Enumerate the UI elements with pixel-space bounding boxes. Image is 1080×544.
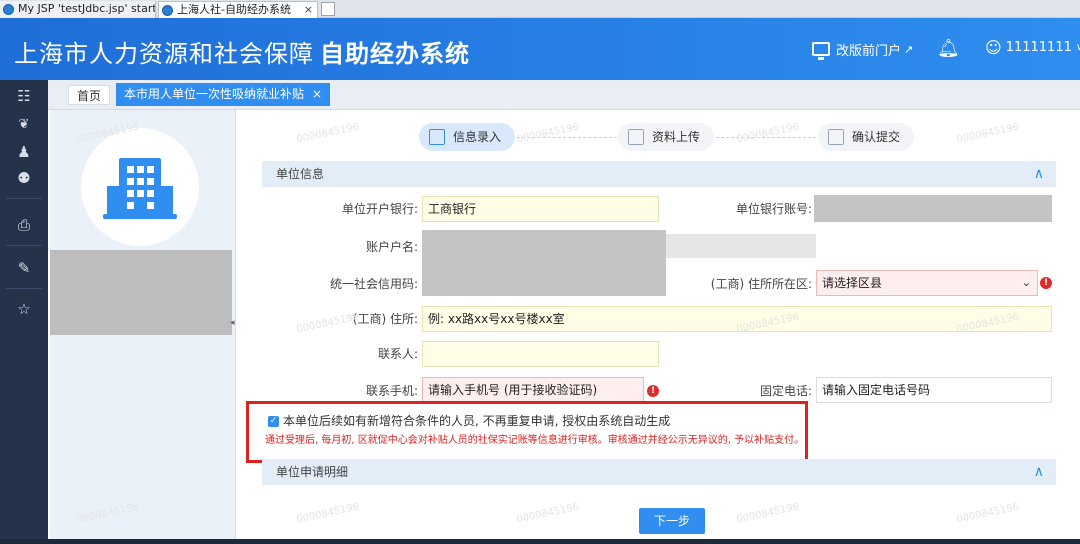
- chevron-down-icon: ∨: [1075, 42, 1080, 53]
- step-indicator: 信息录入 资料上传 确认提交: [238, 120, 1080, 154]
- section-title: 单位申请明细: [276, 465, 349, 479]
- user-icon: ☺: [985, 38, 1002, 57]
- redacted-account: [814, 195, 1052, 222]
- browser-tab-testjdbc[interactable]: My JSP 'testJdbc.jsp' startin...: [0, 1, 156, 18]
- building-icon-wing: [161, 186, 173, 216]
- district-label: (工商) 住所所在区:: [710, 277, 812, 291]
- tab-home[interactable]: 首页: [68, 85, 111, 105]
- browser-tab-label: 上海人社-自助经办系统: [177, 3, 291, 16]
- step-label: 资料上传: [652, 130, 701, 144]
- sidebar-divider: [6, 198, 42, 199]
- account-label: 单位银行账号:: [735, 202, 812, 216]
- chevron-down-icon: ⌄: [1021, 276, 1031, 289]
- bank-label: 单位开户银行:: [341, 202, 418, 216]
- building-icon-base: [103, 214, 177, 219]
- phone-input[interactable]: 请输入固定电话号码: [816, 377, 1052, 403]
- error-icon: !: [1040, 277, 1052, 289]
- app-header: 上海市人力资源和社会保障 自助经办系统 改版前门户 ↗ 🔔︎ ☺ 11111111…: [0, 18, 1080, 80]
- redacted-holder: [422, 230, 666, 296]
- redacted-holder-ext: [666, 234, 816, 258]
- redacted-org-info: [50, 250, 232, 335]
- os-taskbar: [0, 539, 1080, 544]
- confirm-doc-icon: [828, 129, 844, 145]
- close-icon[interactable]: ×: [312, 87, 322, 101]
- step-info-entry: 信息录入: [419, 123, 516, 151]
- sidebar-divider: [6, 288, 42, 289]
- app-title: 上海市人力资源和社会保障 自助经办系统: [14, 34, 470, 69]
- breadcrumb: 首页 本市用人单位一次性吸纳就业补贴 ×: [48, 80, 1080, 110]
- apps-grid-icon[interactable]: ☷: [0, 84, 48, 108]
- step-label: 信息录入: [453, 130, 502, 144]
- error-icon: !: [647, 385, 659, 397]
- tab-subsidy-label: 本市用人单位一次性吸纳就业补贴: [124, 87, 305, 101]
- org-avatar: [81, 128, 199, 246]
- chevron-up-icon[interactable]: ∧: [1034, 161, 1044, 187]
- user-menu[interactable]: ☺ 11111111 ∨: [985, 38, 1080, 57]
- district-select-value: 请选择区县: [822, 276, 883, 290]
- app-title-bold: 自助经办系统: [320, 40, 470, 68]
- credit-code-label: 统一社会信用码:: [329, 277, 418, 291]
- document-edit-icon[interactable]: ✎: [0, 256, 48, 280]
- star-icon[interactable]: ☆: [0, 297, 48, 321]
- address-label: (工商) 住所:: [352, 312, 418, 326]
- address-input[interactable]: 例: xx路xx号xx号楼xx室: [422, 306, 1052, 332]
- collapse-panel-icon[interactable]: ◂: [230, 318, 238, 334]
- app-title-main: 上海市人力资源和社会保障: [14, 40, 314, 68]
- contact-input[interactable]: [422, 341, 659, 367]
- old-portal-label: 改版前门户: [836, 43, 902, 59]
- holder-label: 账户户名:: [365, 240, 418, 254]
- monitor-icon: [812, 42, 830, 60]
- new-tab-button[interactable]: [321, 2, 335, 16]
- sidebar-divider: [6, 245, 42, 246]
- browser-tab-active[interactable]: 上海人社-自助经办系统 ×: [158, 1, 318, 18]
- link-icon: ↗: [904, 42, 914, 56]
- people-icon[interactable]: ⚉: [0, 166, 48, 190]
- upload-doc-icon: [628, 129, 644, 145]
- auto-generate-checkbox[interactable]: ✓: [268, 416, 279, 427]
- org-profile-panel: [50, 110, 236, 544]
- auto-generate-notice: ✓ 本单位后续如有新增符合条件的人员, 不再重复申请, 授权由系统自动生成 通过…: [246, 401, 808, 463]
- section-title: 单位信息: [276, 167, 325, 181]
- bank-input[interactable]: 工商银行: [422, 196, 659, 222]
- step-confirm: 确认提交: [818, 123, 915, 151]
- auto-generate-label[interactable]: 本单位后续如有新增符合条件的人员, 不再重复申请, 授权由系统自动生成: [283, 412, 670, 429]
- printer-icon[interactable]: ⎙: [0, 213, 48, 237]
- step-upload: 资料上传: [618, 123, 715, 151]
- tab-subsidy[interactable]: 本市用人单位一次性吸纳就业补贴 ×: [116, 83, 331, 106]
- user-id: 11111111: [1005, 40, 1072, 55]
- handshake-icon[interactable]: ❦: [0, 113, 48, 137]
- person-icon[interactable]: ♟: [0, 140, 48, 164]
- district-select[interactable]: 请选择区县 ⌄: [816, 270, 1038, 296]
- contact-label: 联系人:: [377, 347, 418, 361]
- side-navigation: ☷ ❦ ♟ ⚉ ⎙ ✎ ☆: [0, 80, 48, 544]
- main-content: 信息录入 资料上传 确认提交 单位信息 ∧ 单位开户银行: 工商银行 单位银行账…: [238, 110, 1080, 544]
- browser-tab-strip: My JSP 'testJdbc.jsp' startin... 上海人社-自助…: [0, 0, 1080, 18]
- step-connector: [716, 137, 816, 138]
- browser-tab-label: My JSP 'testJdbc.jsp' startin...: [18, 2, 156, 15]
- step-label: 确认提交: [852, 130, 901, 144]
- browser-favicon-icon: [162, 5, 173, 16]
- mobile-input[interactable]: 请输入手机号 (用于接收验证码): [422, 377, 644, 403]
- browser-favicon-icon: [3, 4, 14, 15]
- step-connector: [517, 137, 617, 138]
- audit-warning-text: 通过受理后, 每月初, 区就促中心会对补贴人员的社保实记账等信息进行审核。审核通…: [265, 435, 805, 446]
- bell-icon[interactable]: 🔔︎: [937, 39, 960, 59]
- building-icon: [119, 158, 161, 216]
- next-step-button[interactable]: 下一步: [639, 508, 705, 534]
- old-portal-link[interactable]: 改版前门户 ↗: [812, 38, 913, 60]
- section-unit-info[interactable]: 单位信息 ∧: [262, 161, 1056, 187]
- building-icon-wing: [107, 186, 119, 216]
- close-tab-icon[interactable]: ×: [304, 2, 313, 18]
- edit-form-icon: [429, 129, 445, 145]
- chevron-up-icon[interactable]: ∧: [1034, 459, 1044, 485]
- section-application-detail[interactable]: 单位申请明细 ∧: [262, 459, 1056, 485]
